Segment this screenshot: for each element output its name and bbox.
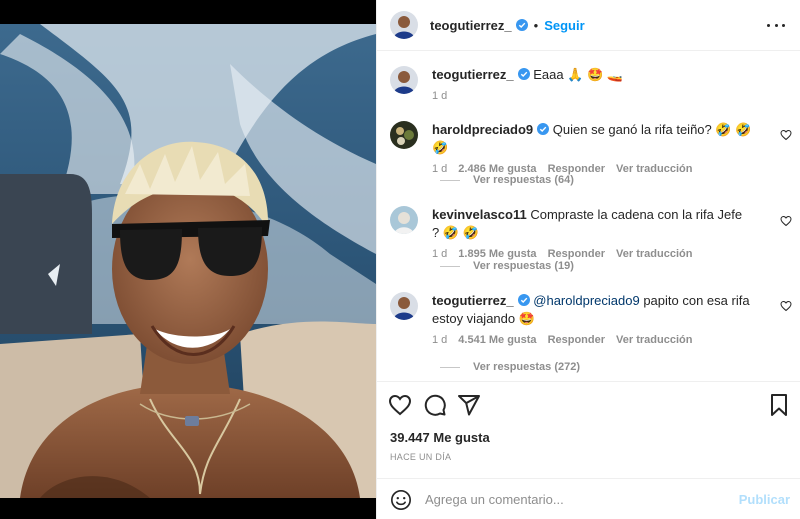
caption-username[interactable]: teogutierrez_ bbox=[432, 67, 514, 82]
view-replies-label[interactable]: Ver respuestas (64) bbox=[473, 174, 574, 186]
commenter-avatar[interactable] bbox=[390, 206, 418, 234]
emoji-icon[interactable] bbox=[390, 489, 412, 511]
comment-input[interactable] bbox=[425, 492, 725, 507]
translate-button[interactable]: Ver traducción bbox=[616, 163, 692, 175]
add-comment-bar: Publicar bbox=[377, 478, 800, 519]
view-replies-button[interactable]: Ver respuestas (19) bbox=[440, 260, 574, 272]
commenter-username[interactable]: teogutierrez_ bbox=[432, 293, 514, 308]
commenter-username[interactable]: haroldpreciado9 bbox=[432, 122, 533, 137]
author-avatar[interactable] bbox=[390, 11, 418, 39]
verified-badge-icon bbox=[537, 123, 550, 135]
share-icon[interactable] bbox=[457, 393, 481, 417]
comment-icon[interactable] bbox=[423, 393, 447, 417]
view-replies-button[interactable]: Ver respuestas (64) bbox=[440, 174, 574, 186]
view-replies-label[interactable]: Ver respuestas (19) bbox=[473, 260, 574, 272]
post-header: teogutierrez_ • Seguir bbox=[377, 0, 800, 51]
heart-icon[interactable] bbox=[388, 393, 412, 417]
post-side-panel: teogutierrez_ • Seguir teogutierrez_ Eaa… bbox=[376, 0, 800, 519]
follow-button[interactable]: Seguir bbox=[544, 18, 584, 33]
commenter-avatar[interactable] bbox=[390, 121, 418, 149]
publish-button[interactable]: Publicar bbox=[739, 492, 790, 507]
comment-item: teogutierrez_ @haroldpreciado9 papito co… bbox=[390, 292, 788, 346]
comment-mention[interactable]: @haroldpreciado9 bbox=[533, 293, 639, 308]
translate-button[interactable]: Ver traducción bbox=[616, 248, 692, 260]
comment-item: kevinvelasco11 Compraste la cadena con l… bbox=[390, 206, 788, 260]
post-time-ago: HACE UN DÍA bbox=[390, 452, 452, 462]
view-replies-label[interactable]: Ver respuestas (272) bbox=[473, 361, 580, 373]
selfie-boat-photo bbox=[0, 24, 376, 498]
reply-button[interactable]: Responder bbox=[548, 248, 605, 260]
reply-button[interactable]: Responder bbox=[548, 334, 605, 346]
more-options-icon[interactable] bbox=[767, 16, 785, 34]
post-caption: teogutierrez_ Eaaa 🙏 🤩 🚤 1 d bbox=[390, 66, 788, 102]
commenter-username[interactable]: kevinvelasco11 bbox=[432, 207, 527, 222]
commenter-avatar[interactable] bbox=[390, 292, 418, 320]
comment-likes[interactable]: 4.541 Me gusta bbox=[458, 334, 536, 346]
verified-badge-icon bbox=[515, 19, 528, 31]
comment-likes[interactable]: 1.895 Me gusta bbox=[458, 248, 536, 260]
author-username[interactable]: teogutierrez_ bbox=[430, 18, 512, 33]
comment-like-heart-icon[interactable] bbox=[780, 215, 792, 227]
post-actions-section: 39.447 Me gusta HACE UN DÍA Publicar bbox=[377, 381, 800, 519]
caption-text: Eaaa 🙏 🤩 🚤 bbox=[533, 67, 624, 82]
view-replies-button[interactable]: Ver respuestas (272) bbox=[440, 361, 580, 373]
translate-button[interactable]: Ver traducción bbox=[616, 334, 692, 346]
caption-age: 1 d bbox=[432, 90, 448, 102]
separator-dot: • bbox=[533, 17, 539, 33]
caption-avatar[interactable] bbox=[390, 66, 418, 94]
comment-item: haroldpreciado9 Quien se ganó la rifa te… bbox=[390, 121, 788, 175]
bookmark-icon[interactable] bbox=[767, 393, 791, 417]
post-media-panel bbox=[0, 0, 376, 519]
likes-count[interactable]: 39.447 Me gusta bbox=[390, 430, 490, 445]
post-photo[interactable] bbox=[0, 24, 376, 498]
comment-age: 1 d bbox=[432, 248, 448, 260]
comment-age: 1 d bbox=[432, 334, 448, 346]
comments-list: teogutierrez_ Eaaa 🙏 🤩 🚤 1 d haroldpreci… bbox=[377, 51, 800, 381]
verified-badge-icon bbox=[517, 294, 530, 306]
comment-like-heart-icon[interactable] bbox=[780, 129, 792, 141]
comment-like-heart-icon[interactable] bbox=[780, 300, 792, 312]
verified-badge-icon bbox=[517, 68, 530, 80]
